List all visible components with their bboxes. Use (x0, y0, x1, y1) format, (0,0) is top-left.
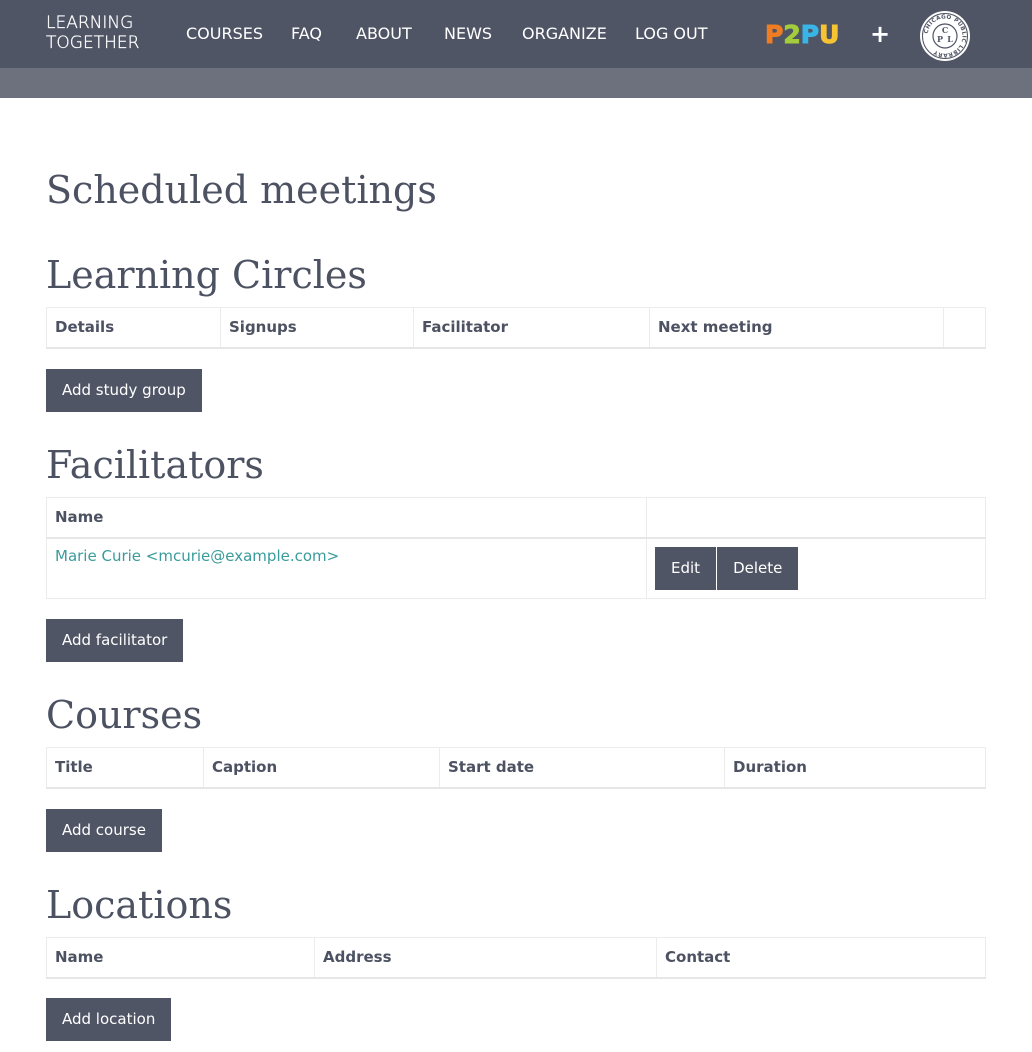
column-header-name: Name (46, 937, 315, 979)
column-header-start-date: Start date (439, 747, 725, 789)
column-header-name: Name (46, 497, 647, 539)
column-header-caption: Caption (203, 747, 440, 789)
p2pu-letter: U (819, 20, 840, 50)
column-header-signups: Signups (220, 307, 414, 349)
edit-facilitator-button[interactable]: Edit (655, 546, 717, 590)
nav-faq-link[interactable]: FAQ (291, 24, 322, 44)
add-facilitator-button[interactable]: Add facilitator (46, 619, 184, 662)
column-header-contact: Contact (656, 937, 986, 979)
p2pu-letter: P (800, 20, 820, 50)
learning-circles-heading: Learning Circles (46, 253, 367, 297)
nav-about-link[interactable]: ABOUT (356, 24, 412, 44)
column-header-duration: Duration (724, 747, 986, 789)
courses-table: Title Caption Start date Duration (46, 747, 986, 789)
table-header-row: Name (46, 497, 986, 539)
column-header-actions (646, 497, 986, 539)
column-header-title: Title (46, 747, 204, 789)
nav-organize-link[interactable]: ORGANIZE (522, 24, 607, 44)
learning-circles-table: Details Signups Facilitator Next meeting (46, 307, 986, 349)
column-header-next-meeting: Next meeting (649, 307, 944, 349)
column-header-details: Details (46, 307, 221, 349)
table-row: Marie Curie <mcurie@example.com> Edit Del… (46, 537, 986, 599)
nav-news-link[interactable]: NEWS (444, 24, 492, 44)
chicago-public-library-logo[interactable]: CHICAGO PUBLIC LIBRARY C P L (919, 10, 971, 62)
p2pu-letter: 2 (783, 20, 801, 50)
facilitators-heading: Facilitators (46, 443, 264, 487)
column-header-actions (943, 307, 986, 349)
nav-courses-link[interactable]: COURSES (186, 24, 263, 44)
add-course-button[interactable]: Add course (46, 809, 162, 852)
facilitator-name-cell: Marie Curie <mcurie@example.com> (46, 537, 647, 599)
add-location-button[interactable]: Add location (46, 998, 172, 1041)
delete-facilitator-button[interactable]: Delete (717, 546, 799, 590)
facilitator-actions-cell: Edit Delete (646, 537, 986, 599)
column-header-address: Address (314, 937, 657, 979)
svg-text:P: P (937, 34, 943, 44)
courses-heading: Courses (46, 693, 203, 737)
column-header-facilitator: Facilitator (413, 307, 650, 349)
p2pu-letter: P (764, 20, 784, 50)
page-title: Scheduled meetings (46, 168, 437, 212)
table-header-row: Name Address Contact (46, 937, 986, 979)
nav-logout-link[interactable]: LOG OUT (635, 24, 708, 44)
p2pu-logo[interactable]: P 2 P U (764, 20, 840, 50)
sub-navbar-strip (0, 68, 1032, 98)
facilitator-name-link[interactable]: Marie Curie <mcurie@example.com> (55, 547, 339, 565)
brand-line-1: LEARNING (46, 13, 134, 33)
table-header-row: Details Signups Facilitator Next meeting (46, 307, 986, 349)
plus-icon: + (870, 20, 891, 48)
locations-table: Name Address Contact (46, 937, 986, 979)
add-study-group-button[interactable]: Add study group (46, 369, 202, 412)
brand-logo-link[interactable]: LEARNING TOGETHER (46, 13, 156, 53)
svg-text:L: L (947, 34, 953, 44)
table-header-row: Title Caption Start date Duration (46, 747, 986, 789)
locations-heading: Locations (46, 883, 233, 927)
brand-line-2: TOGETHER (46, 33, 140, 53)
facilitators-table: Name Marie Curie <mcurie@example.com> Ed… (46, 497, 986, 599)
